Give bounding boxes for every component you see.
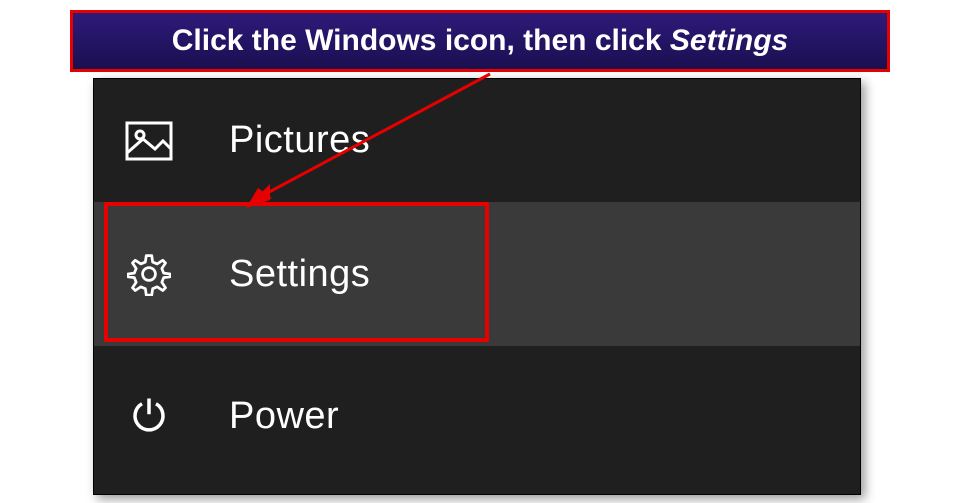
power-icon [124,391,174,441]
pictures-label: Pictures [229,119,370,162]
menu-item-power[interactable]: Power [94,346,860,486]
instruction-callout: Click the Windows icon, then click Setti… [70,10,890,72]
menu-item-pictures[interactable]: Pictures [94,79,860,202]
start-menu-panel: Pictures Settings Power [93,78,861,495]
menu-item-settings[interactable]: Settings [94,202,860,346]
callout-text: Click the Windows icon, then click [172,24,670,57]
pictures-icon [124,116,174,166]
gear-icon [124,249,174,299]
power-label: Power [229,395,339,438]
callout-emph: Settings [670,24,788,57]
settings-label: Settings [229,253,370,296]
